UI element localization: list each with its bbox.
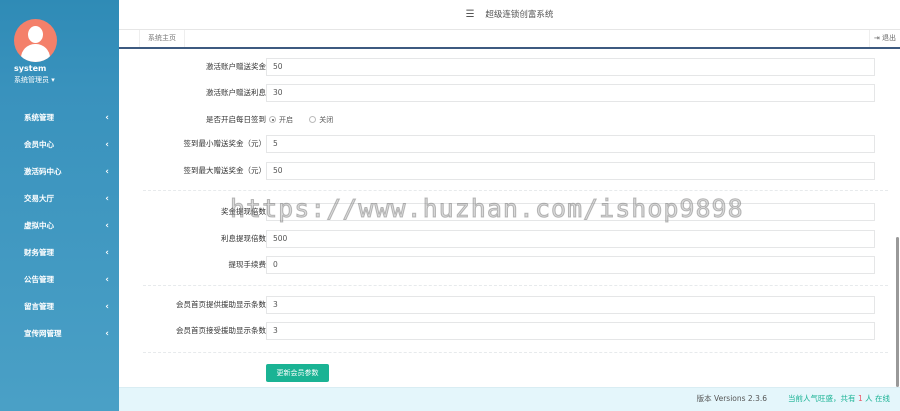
chevron-left-icon: ‹: [105, 112, 109, 123]
chevron-left-icon: ‹: [105, 139, 109, 150]
chevron-left-icon: ‹: [105, 193, 109, 204]
field-label: 会员首页提供援助显示条数: [176, 300, 266, 309]
online-prefix: 当前人气旺盛，共有: [788, 394, 856, 403]
checkin-max-bonus-input[interactable]: 50: [266, 162, 875, 180]
sidebar-item-activation-codes[interactable]: 激活码中心 ‹: [0, 158, 119, 185]
field-label: 会员首页接受援助显示条数: [176, 326, 266, 335]
chevron-left-icon: ‹: [105, 328, 109, 339]
online-count: 1: [857, 394, 863, 403]
chevron-left-icon: ‹: [105, 247, 109, 258]
form-row-receive-help-count: 会员首页接受援助显示条数 3: [131, 322, 892, 340]
field-label: 激活账户赠送奖金: [206, 62, 266, 71]
section-divider: [143, 285, 888, 286]
online-status: 当前人气旺盛，共有 1 人 在线: [788, 388, 890, 410]
checkin-min-bonus-input[interactable]: 5: [266, 135, 875, 153]
checkin-off-radio[interactable]: 关闭: [309, 111, 333, 129]
section-divider: [143, 190, 888, 191]
logout-icon: ⇥: [873, 34, 880, 42]
update-member-params-button[interactable]: 更新会员参数: [266, 364, 329, 382]
section-divider: [143, 352, 888, 353]
form-row-checkin-min: 签到最小赠送奖金（元） 5: [131, 135, 892, 153]
field-label: 签到最小赠送奖金（元）: [183, 139, 267, 148]
avatar[interactable]: [14, 19, 57, 62]
activation-interest-input[interactable]: 30: [266, 84, 875, 102]
form-row-provide-help-count: 会员首页提供援助显示条数 3: [131, 296, 892, 314]
caret-down-icon: ▾: [51, 76, 55, 84]
sidebar-item-members[interactable]: 会员中心 ‹: [0, 131, 119, 158]
user-role-label: 系统管理员: [14, 76, 49, 84]
daily-checkin-radio-group: 开启 关闭: [269, 111, 347, 129]
chevron-left-icon: ‹: [105, 274, 109, 285]
sidebar-item-label: 财务管理: [24, 248, 54, 257]
avatar-head: [28, 26, 43, 43]
sidebar-item-messages[interactable]: 留言管理 ‹: [0, 293, 119, 320]
checkin-on-radio[interactable]: 开启: [269, 111, 293, 129]
logout-label: 退出: [882, 34, 896, 42]
sidebar-item-virtual-center[interactable]: 虚拟中心 ‹: [0, 212, 119, 239]
radio-checked-icon: [269, 116, 276, 123]
watermark-text: https://www.huzhan.com/ishop9898: [230, 194, 744, 224]
online-suffix: 人 在线: [865, 394, 890, 403]
form-row-interest-withdraw-multiple: 利息提现倍数 500: [131, 230, 892, 248]
sidebar-item-label: 宣传网管理: [24, 329, 62, 338]
activation-bonus-input[interactable]: 50: [266, 58, 875, 76]
sidebar: system 系统管理员 ▾ 系统管理 ‹ 会员中心 ‹ 激活码中心 ‹ 交易大…: [0, 0, 119, 411]
footer: 版本 Versions 2.3.6 当前人气旺盛，共有 1 人 在线: [119, 387, 900, 411]
sidebar-item-label: 会员中心: [24, 140, 54, 149]
version-text: 版本 Versions 2.3.6: [696, 394, 767, 403]
chevron-left-icon: ‹: [105, 220, 109, 231]
sidebar-item-label: 留言管理: [24, 302, 54, 311]
field-label: 激活账户赠送利息: [206, 88, 266, 97]
form-row-activation-bonus: 激活账户赠送奖金 50: [131, 58, 892, 76]
user-name: system: [14, 64, 47, 73]
form-row-activation-interest: 激活账户赠送利息 30: [131, 84, 892, 102]
sidebar-nav: 系统管理 ‹ 会员中心 ‹ 激活码中心 ‹ 交易大厅 ‹ 虚拟中心 ‹ 财务管理…: [0, 104, 119, 347]
field-label: 提现手续费: [228, 260, 267, 269]
chevron-left-icon: ‹: [105, 166, 109, 177]
receive-help-count-input[interactable]: 3: [266, 322, 875, 340]
top-header: ☰ 超级连锁创富系统: [119, 0, 900, 30]
form-row-daily-checkin: 是否开启每日签到 开启 关闭: [131, 111, 892, 129]
sidebar-item-trading-hall[interactable]: 交易大厅 ‹: [0, 185, 119, 212]
field-label: 签到最大赠送奖金（元）: [183, 166, 267, 175]
tab-bar: 系统主页 ⇥ 退出: [119, 30, 900, 49]
form-row-withdraw-fee: 提现手续费 0: [131, 256, 892, 274]
tab-home[interactable]: 系统主页: [139, 30, 185, 47]
avatar-body: [21, 44, 50, 62]
form-row-checkin-max: 签到最大赠送奖金（元） 50: [131, 162, 892, 180]
field-label: 是否开启每日签到: [206, 115, 266, 124]
sidebar-item-promo-site[interactable]: 宣传网管理 ‹: [0, 320, 119, 347]
sidebar-item-label: 系统管理: [24, 113, 54, 122]
sidebar-item-label: 交易大厅: [24, 194, 54, 203]
field-label: 利息提现倍数: [221, 234, 266, 243]
sidebar-item-label: 虚拟中心: [24, 221, 54, 230]
sidebar-item-label: 公告管理: [24, 275, 54, 284]
hamburger-menu-icon[interactable]: ☰: [466, 9, 475, 20]
withdraw-fee-input[interactable]: 0: [266, 256, 875, 274]
user-role-dropdown[interactable]: 系统管理员 ▾: [14, 75, 55, 85]
system-title: 超级连锁创富系统: [485, 10, 554, 20]
sidebar-item-label: 激活码中心: [24, 167, 62, 176]
provide-help-count-input[interactable]: 3: [266, 296, 875, 314]
radio-label: 关闭: [319, 116, 334, 124]
chevron-left-icon: ‹: [105, 301, 109, 312]
sidebar-item-finance[interactable]: 财务管理 ‹: [0, 239, 119, 266]
logout-button[interactable]: ⇥ 退出: [868, 30, 900, 47]
radio-label: 开启: [279, 116, 293, 124]
scrollbar[interactable]: [896, 237, 899, 387]
sidebar-item-announcements[interactable]: 公告管理 ‹: [0, 266, 119, 293]
interest-withdraw-multiple-input[interactable]: 500: [266, 230, 875, 248]
radio-unchecked-icon: [309, 116, 317, 123]
sidebar-item-system[interactable]: 系统管理 ‹: [0, 104, 119, 131]
